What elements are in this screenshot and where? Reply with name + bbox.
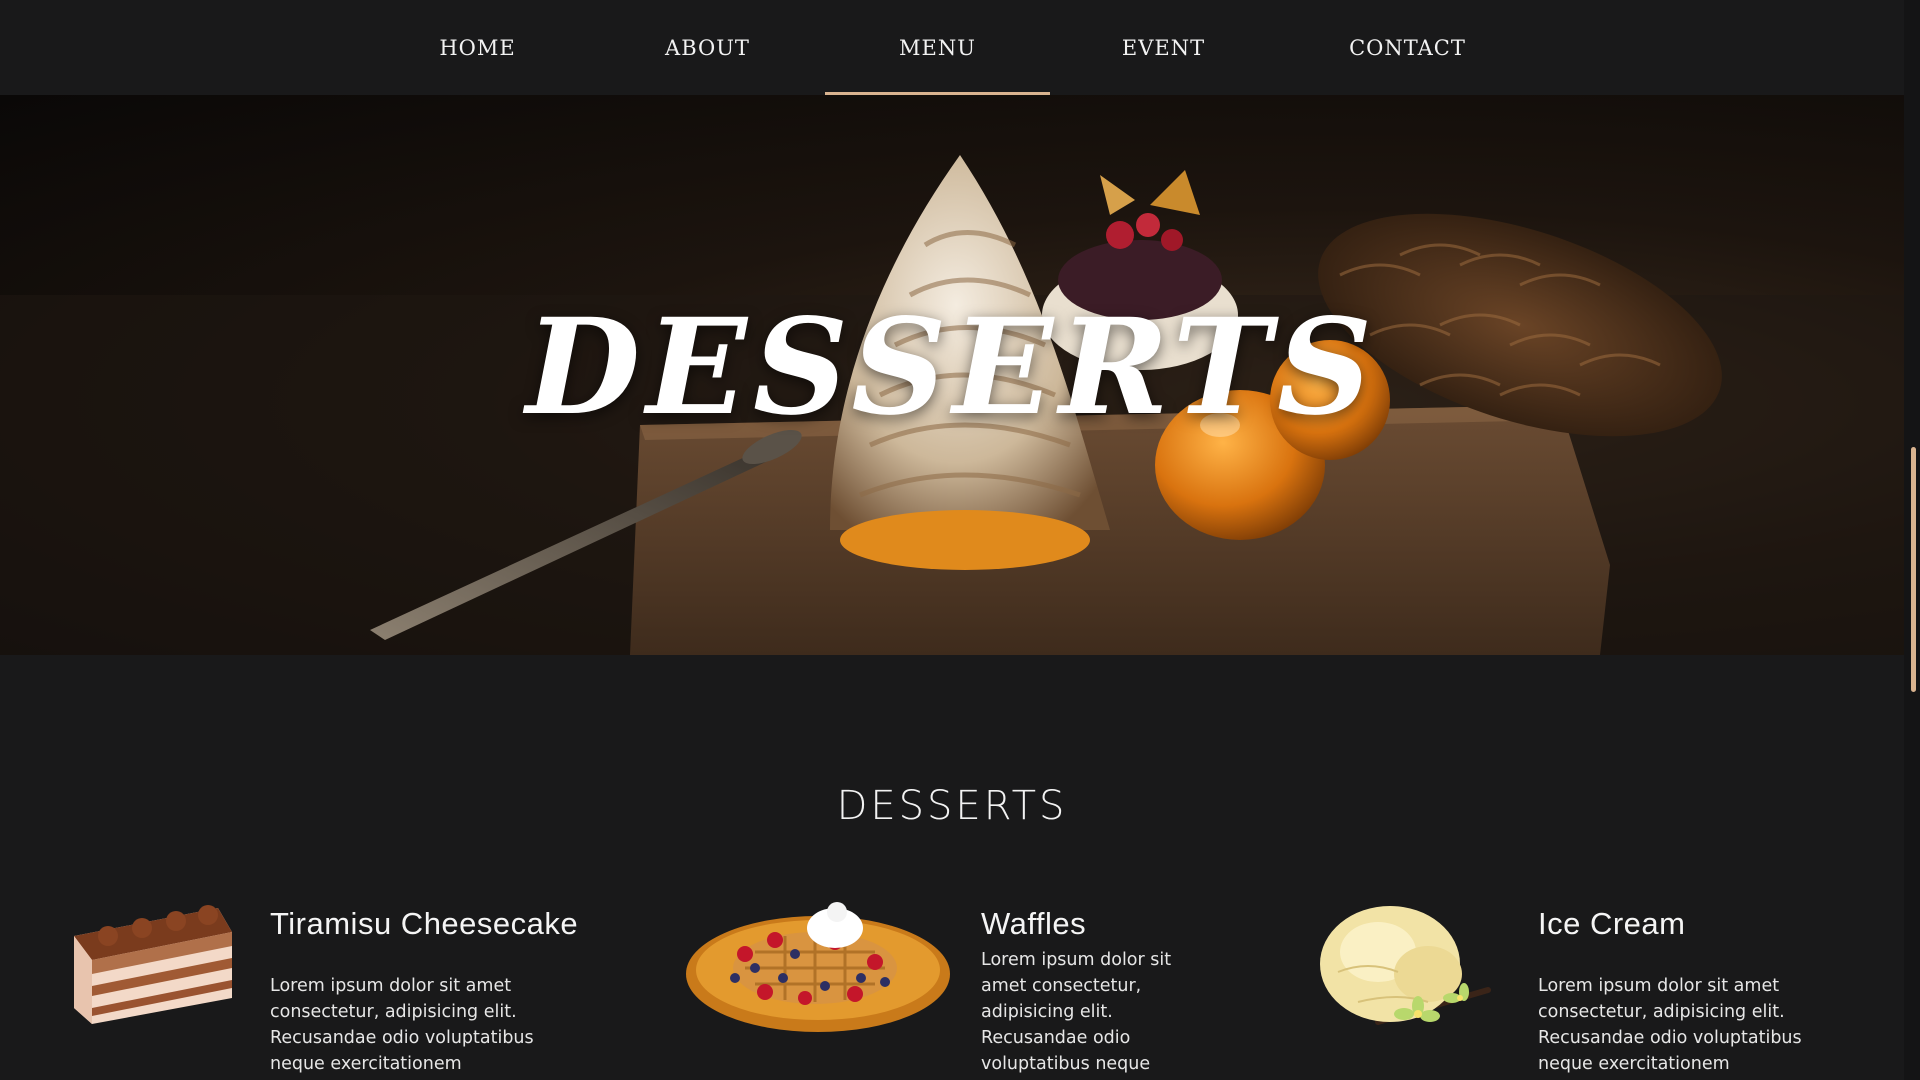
item-name-tiramisu: Tiramisu Cheesecake	[270, 906, 579, 941]
item-desc-tiramisu: Lorem ipsum dolor sit amet consectetur, …	[270, 976, 534, 1074]
item-desc-ice-cream: Lorem ipsum dolor sit amet consectetur, …	[1538, 976, 1802, 1074]
nav-about[interactable]: ABOUT	[595, 0, 820, 95]
item-name-waffles: Waffles	[981, 906, 1087, 941]
ice-cream-image	[1320, 906, 1491, 1025]
scrollbar-thumb[interactable]	[1911, 447, 1916, 692]
item-desc-waffles: Lorem ipsum dolor sit amet consectetur, …	[981, 950, 1172, 1074]
nav-home[interactable]: HOME	[365, 0, 590, 95]
nav-event[interactable]: EVENT	[1051, 0, 1276, 95]
page-scrollbar[interactable]	[1904, 0, 1920, 1080]
nav-contact-label: CONTACT	[1349, 35, 1466, 60]
nav-menu[interactable]: MENU	[825, 0, 1050, 95]
nav-event-label: EVENT	[1121, 35, 1206, 60]
hero-title: DESSERTS	[525, 290, 1379, 445]
nav-contact[interactable]: CONTACT	[1295, 0, 1520, 95]
section-title: DESSERTS	[836, 783, 1068, 829]
hero-banner: DESSERTS	[0, 95, 1904, 655]
nav-menu-label: MENU	[899, 35, 976, 60]
nav-home-label: HOME	[439, 35, 516, 60]
nav-about-label: ABOUT	[665, 35, 750, 60]
waffles-image	[686, 902, 950, 1032]
top-navbar: HOME ABOUT MENU EVENT CONTACT	[0, 0, 1904, 95]
tiramisu-cake-image	[74, 905, 232, 1024]
item-name-ice-cream: Ice Cream	[1538, 906, 1686, 941]
